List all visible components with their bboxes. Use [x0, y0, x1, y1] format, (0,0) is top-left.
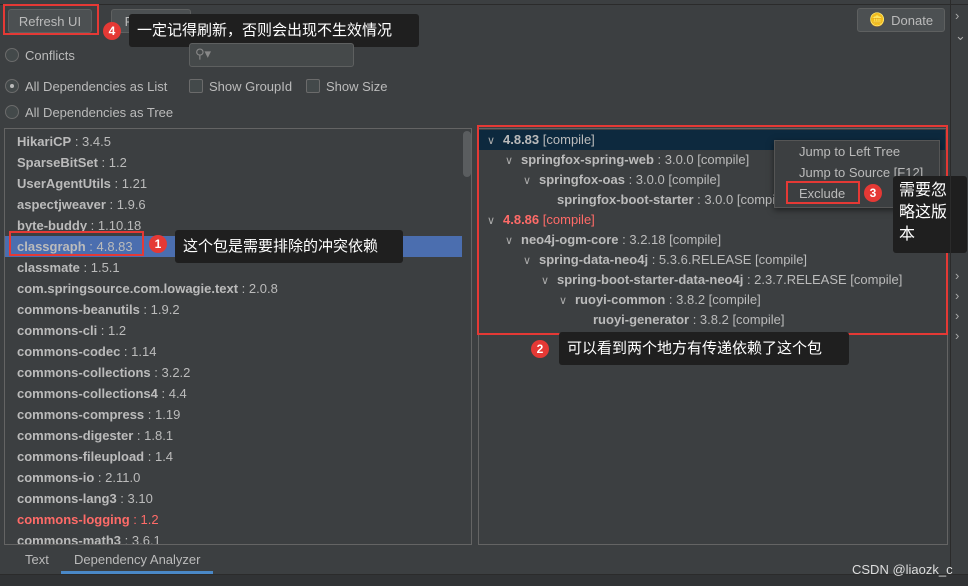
annotation-box-4	[3, 4, 99, 35]
list-item[interactable]: commons-beanutils : 1.9.2	[17, 299, 180, 320]
list-item[interactable]: classmate : 1.5.1	[17, 257, 120, 278]
search-input[interactable]: ⚲▾	[189, 43, 354, 67]
artifact-version: : 1.9.6	[105, 197, 146, 212]
conflicts-label: Conflicts	[25, 48, 75, 63]
artifact-version: : 1.2	[97, 155, 127, 170]
artifact-version: : 3.6.1	[121, 533, 161, 545]
scrollbar-thumb[interactable]	[463, 131, 471, 177]
tab-dependency-analyzer[interactable]: Dependency Analyzer	[74, 552, 200, 567]
chevron-right-icon[interactable]: ›	[955, 308, 959, 323]
tab-text[interactable]: Text	[25, 552, 49, 567]
list-item[interactable]: commons-codec : 1.14	[17, 341, 156, 362]
artifact-name: commons-digester	[17, 428, 134, 443]
donate-label: Donate	[891, 12, 934, 28]
artifact-name: aspectjweaver	[17, 197, 106, 212]
artifact-name: commons-codec	[17, 344, 121, 359]
artifact-name: commons-beanutils	[17, 302, 140, 317]
artifact-version: : 1.5.1	[79, 260, 120, 275]
show-groupid-checkbox[interactable]	[189, 79, 203, 93]
list-item[interactable]: commons-fileupload : 1.4	[17, 446, 173, 467]
artifact-version: : 1.19	[144, 407, 181, 422]
list-item[interactable]: commons-compress : 1.19	[17, 404, 180, 425]
annotation-badge-2: 2	[531, 340, 549, 358]
artifact-version: : 3.2.2	[150, 365, 191, 380]
chevron-right-icon[interactable]: ›	[955, 8, 959, 23]
dependency-list[interactable]: HikariCP : 3.4.5 SparseBitSet : 1.2 UserAg…	[4, 128, 472, 545]
list-item[interactable]: commons-logging : 1.2	[17, 509, 159, 530]
list-item[interactable]: commons-cli : 1.2	[17, 320, 126, 341]
annotation-box-3	[786, 181, 860, 204]
artifact-version: : 2.11.0	[94, 470, 141, 485]
list-label: All Dependencies as List	[25, 79, 168, 94]
artifact-name: HikariCP	[17, 134, 72, 149]
artifact-name: commons-cli	[17, 323, 98, 338]
artifact-version: : 1.2	[129, 512, 159, 527]
list-item[interactable]: commons-digester : 1.8.1	[17, 425, 173, 446]
artifact-version: : 1.8.1	[133, 428, 174, 443]
artifact-name: commons-compress	[17, 407, 145, 422]
list-item[interactable]: commons-math3 : 3.6.1	[17, 530, 161, 545]
show-size-label: Show Size	[326, 79, 388, 94]
tree-radio[interactable]	[5, 105, 19, 119]
search-icon: ⚲▾	[195, 46, 212, 61]
artifact-name: commons-collections	[17, 365, 151, 380]
status-bar	[0, 574, 968, 586]
artifact-name: commons-io	[17, 470, 95, 485]
chevron-right-icon[interactable]: ›	[955, 328, 959, 343]
list-item[interactable]: HikariCP : 3.4.5	[17, 131, 111, 152]
list-item[interactable]: commons-lang3 : 3.10	[17, 488, 153, 509]
annotation-badge-1: 1	[149, 235, 167, 253]
artifact-version: : 1.2	[97, 323, 127, 338]
artifact-name: commons-logging	[17, 512, 130, 527]
artifact-version: : 2.0.8	[238, 281, 278, 296]
watermark: CSDN @liaozk_c	[852, 562, 953, 577]
show-size-checkbox[interactable]	[306, 79, 320, 93]
artifact-version: : 1.21	[110, 176, 148, 191]
annotation-tip-3: 需要忽略这版本	[893, 176, 967, 253]
artifact-version: : 3.10	[116, 491, 153, 506]
annotation-box-1	[9, 231, 144, 256]
artifact-name: commons-collections4	[17, 386, 158, 401]
annotation-tip-2: 可以看到两个地方有传递依赖了这个包	[559, 332, 849, 365]
artifact-name: commons-lang3	[17, 491, 117, 506]
list-item[interactable]: commons-collections4 : 4.4	[17, 383, 187, 404]
list-item[interactable]: UserAgentUtils : 1.21	[17, 173, 147, 194]
right-strip-divider	[950, 0, 951, 574]
artifact-version: : 1.14	[120, 344, 157, 359]
artifact-name: classmate	[17, 260, 80, 275]
list-item[interactable]: SparseBitSet : 1.2	[17, 152, 127, 173]
annotation-badge-3: 3	[864, 184, 882, 202]
list-item[interactable]: aspectjweaver : 1.9.6	[17, 194, 146, 215]
tree-label: All Dependencies as Tree	[25, 105, 174, 120]
show-groupid-label: Show GroupId	[209, 79, 293, 94]
top-border	[0, 0, 968, 5]
annotation-badge-4: 4	[103, 22, 121, 40]
list-item[interactable]: commons-collections : 3.2.2	[17, 362, 190, 383]
artifact-name: commons-fileupload	[17, 449, 145, 464]
chevron-down-icon[interactable]: ⌄	[955, 28, 966, 44]
artifact-version: : 1.4	[144, 449, 174, 464]
artifact-version: : 3.4.5	[71, 134, 111, 149]
annotation-tip-1: 这个包是需要排除的冲突依赖	[175, 230, 403, 263]
artifact-name: commons-math3	[17, 533, 122, 545]
artifact-name: com.springsource.com.lowagie.text	[17, 281, 239, 296]
list-radio[interactable]	[5, 79, 19, 93]
artifact-name: UserAgentUtils	[17, 176, 111, 191]
chevron-right-icon[interactable]: ›	[955, 268, 959, 283]
chevron-right-icon[interactable]: ›	[955, 288, 959, 303]
list-item[interactable]: commons-io : 2.11.0	[17, 467, 140, 488]
donate-button[interactable]: 🪙 Donate	[857, 8, 945, 32]
donate-icon: 🪙	[868, 12, 886, 27]
list-item[interactable]: com.springsource.com.lowagie.text : 2.0.…	[17, 278, 278, 299]
conflicts-radio[interactable]	[5, 48, 19, 62]
artifact-name: SparseBitSet	[17, 155, 98, 170]
artifact-version: : 4.4	[157, 386, 187, 401]
menu-jump-left-tree[interactable]: Jump to Left Tree	[775, 141, 939, 162]
artifact-version: : 1.9.2	[139, 302, 180, 317]
